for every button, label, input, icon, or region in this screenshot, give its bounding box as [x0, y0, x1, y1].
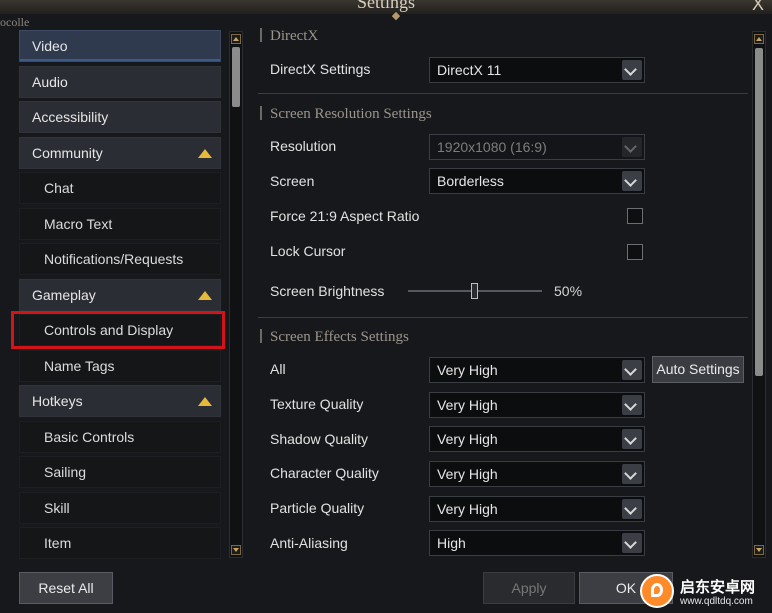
scroll-up-arrow-icon[interactable] — [754, 34, 764, 44]
reset-all-button[interactable]: Reset All — [19, 572, 113, 604]
sidebar-item-item[interactable]: Item — [19, 527, 221, 559]
collapse-caret-icon — [198, 397, 212, 406]
resolution-label: Resolution — [270, 138, 337, 154]
sidebar-item-label: Audio — [32, 74, 68, 90]
effect-select-particle[interactable]: Very High — [429, 496, 645, 522]
section-bar-icon — [260, 329, 262, 343]
scrollbar-thumb[interactable] — [755, 48, 763, 376]
section-title-effects: Screen Effects Settings — [260, 329, 409, 346]
panel-scrollbar[interactable] — [752, 31, 766, 558]
sidebar-item-label: Sailing — [44, 464, 87, 480]
close-button[interactable]: X — [752, 0, 764, 15]
sidebar-item-label: Chat — [44, 180, 74, 196]
brightness-label: Screen Brightness — [270, 283, 385, 299]
screen-label: Screen — [270, 173, 315, 189]
effect-label-shadow: Shadow Quality — [270, 431, 369, 447]
chevron-down-icon — [622, 395, 642, 415]
scrollbar-thumb[interactable] — [232, 47, 240, 107]
sidebar-item-skill[interactable]: Skill — [19, 492, 221, 524]
sidebar-item-hotkeys[interactable]: Hotkeys — [19, 385, 221, 417]
screen-select[interactable]: Borderless — [429, 168, 645, 194]
section-bar-icon — [260, 106, 262, 120]
settings-sidebar: Video Audio Accessibility Community Chat… — [19, 30, 223, 560]
chevron-down-icon — [622, 429, 642, 449]
sidebar-item-community[interactable]: Community — [19, 137, 221, 169]
sidebar-item-gameplay[interactable]: Gameplay — [19, 279, 221, 311]
chevron-down-icon — [622, 533, 642, 553]
scroll-up-arrow-icon[interactable] — [231, 34, 241, 44]
sidebar-item-label: Video — [32, 38, 68, 54]
aspect-ratio-label: Force 21:9 Aspect Ratio — [270, 208, 420, 224]
effect-label-texture: Texture Quality — [270, 396, 364, 412]
watermark-title: 启东安卓网 — [680, 579, 756, 596]
sidebar-item-sailing[interactable]: Sailing — [19, 456, 221, 488]
watermark-logo-icon — [640, 574, 674, 608]
divider — [258, 317, 748, 318]
chevron-down-icon — [622, 60, 642, 80]
sidebar-item-macro-text[interactable]: Macro Text — [19, 208, 221, 240]
effect-label-particle: Particle Quality — [270, 500, 365, 516]
aspect-ratio-checkbox[interactable] — [627, 208, 643, 224]
sidebar-item-label: Skill — [44, 500, 70, 516]
sidebar-item-basic-controls[interactable]: Basic Controls — [19, 421, 221, 453]
sidebar-scrollbar[interactable] — [229, 31, 243, 558]
collapse-caret-icon — [198, 149, 212, 158]
scroll-down-arrow-icon[interactable] — [754, 545, 764, 555]
chevron-down-icon — [622, 171, 642, 191]
effect-select-anti-aliasing[interactable]: High — [429, 530, 645, 556]
chevron-down-icon — [622, 360, 642, 380]
directx-settings-label: DirectX Settings — [270, 61, 371, 77]
sidebar-item-label: Hotkeys — [32, 393, 83, 409]
divider — [258, 93, 748, 94]
sidebar-item-name-tags[interactable]: Name Tags — [19, 350, 221, 382]
sidebar-item-label: Community — [32, 145, 103, 161]
collapse-caret-icon — [198, 291, 212, 300]
chevron-down-icon — [622, 137, 642, 157]
effect-select-shadow[interactable]: Very High — [429, 426, 645, 452]
effect-select-texture[interactable]: Very High — [429, 392, 645, 418]
resolution-select[interactable]: 1920x1080 (16:9) — [429, 134, 645, 160]
apply-button[interactable]: Apply — [483, 572, 575, 604]
section-bar-icon — [260, 28, 262, 42]
sidebar-item-chat[interactable]: Chat — [19, 172, 221, 204]
sidebar-item-label: Gameplay — [32, 287, 96, 303]
lock-cursor-label: Lock Cursor — [270, 243, 346, 259]
scroll-down-arrow-icon[interactable] — [231, 545, 241, 555]
effect-label-anti-aliasing: Anti-Aliasing — [270, 535, 348, 551]
sidebar-item-video[interactable]: Video — [19, 30, 221, 62]
sidebar-item-notifications[interactable]: Notifications/Requests — [19, 243, 221, 275]
effect-label-character: Character Quality — [270, 465, 379, 481]
auto-settings-button[interactable]: Auto Settings — [652, 356, 744, 383]
chevron-down-icon — [622, 464, 642, 484]
effect-select-all[interactable]: Very High — [429, 357, 645, 383]
settings-panel: DirectX DirectX Settings DirectX 11 Scre… — [248, 24, 758, 559]
lock-cursor-checkbox[interactable] — [627, 244, 643, 260]
sidebar-item-label: Basic Controls — [44, 429, 135, 445]
settings-window: ocolle Settings ◆ X Video Audio Accessib… — [0, 0, 772, 613]
sidebar-item-label: Name Tags — [44, 358, 115, 374]
section-title-resolution: Screen Resolution Settings — [260, 106, 432, 123]
background-text: ocolle — [0, 15, 30, 29]
chevron-down-icon — [622, 499, 642, 519]
section-title-directx: DirectX — [260, 28, 318, 45]
watermark-url: www.qdltdq.com — [680, 596, 753, 607]
watermark: 启东安卓网 www.qdltdq.com — [636, 566, 772, 613]
directx-settings-select[interactable]: DirectX 11 — [429, 57, 645, 83]
effect-select-character[interactable]: Very High — [429, 461, 645, 487]
sidebar-item-label: Macro Text — [44, 216, 113, 232]
sidebar-item-audio[interactable]: Audio — [19, 66, 221, 98]
highlight-box — [11, 311, 225, 349]
sidebar-item-accessibility[interactable]: Accessibility — [19, 101, 221, 133]
sidebar-item-label: Notifications/Requests — [44, 251, 184, 267]
sidebar-item-label: Item — [44, 535, 72, 551]
brightness-value: 50% — [554, 283, 583, 299]
effect-label-all: All — [270, 361, 286, 377]
title-ornament-icon: ◆ — [391, 10, 401, 22]
brightness-slider-handle[interactable] — [471, 283, 478, 299]
sidebar-item-label: Accessibility — [32, 109, 109, 125]
